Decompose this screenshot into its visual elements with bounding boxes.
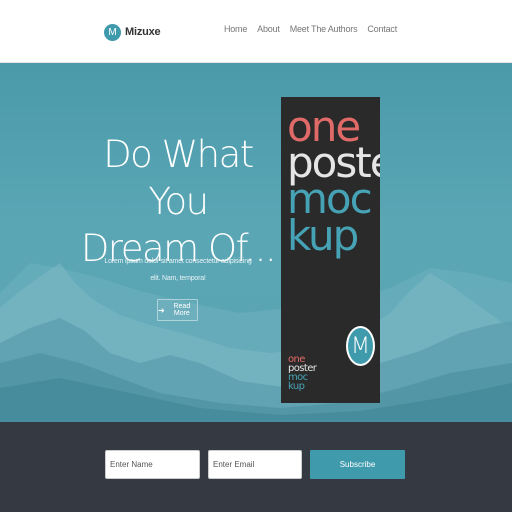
read-more-button[interactable]: ➜ Read More [157, 299, 198, 321]
poster-logo-badge: M [346, 326, 375, 366]
brand-name: Mizuxe [125, 26, 161, 38]
poster-small-kup: kup [288, 381, 305, 392]
poster-mockup-image: one poster moc kup one poster moc kup M [281, 97, 380, 403]
subscribe-button[interactable]: Subscribe [310, 450, 405, 479]
hero-section: Do What You Dream Of... Lorem ipsum dolo… [0, 63, 512, 422]
main-nav: Home About Meet The Authors Contact [224, 24, 397, 34]
name-input[interactable] [105, 450, 200, 479]
poster-word-kup: kup [287, 211, 359, 260]
email-input[interactable] [208, 450, 302, 479]
hero-title-line-1: Do What You [103, 133, 254, 223]
nav-contact[interactable]: Contact [367, 24, 397, 34]
logo-icon: M [104, 23, 121, 41]
site-header: M Mizuxe Home About Meet The Authors Con… [0, 0, 512, 63]
arrow-right-icon: ➜ [158, 305, 165, 315]
nav-about[interactable]: About [257, 24, 280, 34]
nav-meet-the-authors[interactable]: Meet The Authors [290, 24, 358, 34]
nav-home[interactable]: Home [224, 24, 247, 34]
read-more-label: Read More [173, 303, 191, 317]
subscribe-section: Subscribe [0, 422, 512, 512]
hero-title: Do What You Dream Of... [80, 131, 277, 272]
brand[interactable]: M Mizuxe [104, 20, 161, 44]
hero-description: Lorem ipsum dolor sit amet consectetur a… [104, 258, 252, 282]
